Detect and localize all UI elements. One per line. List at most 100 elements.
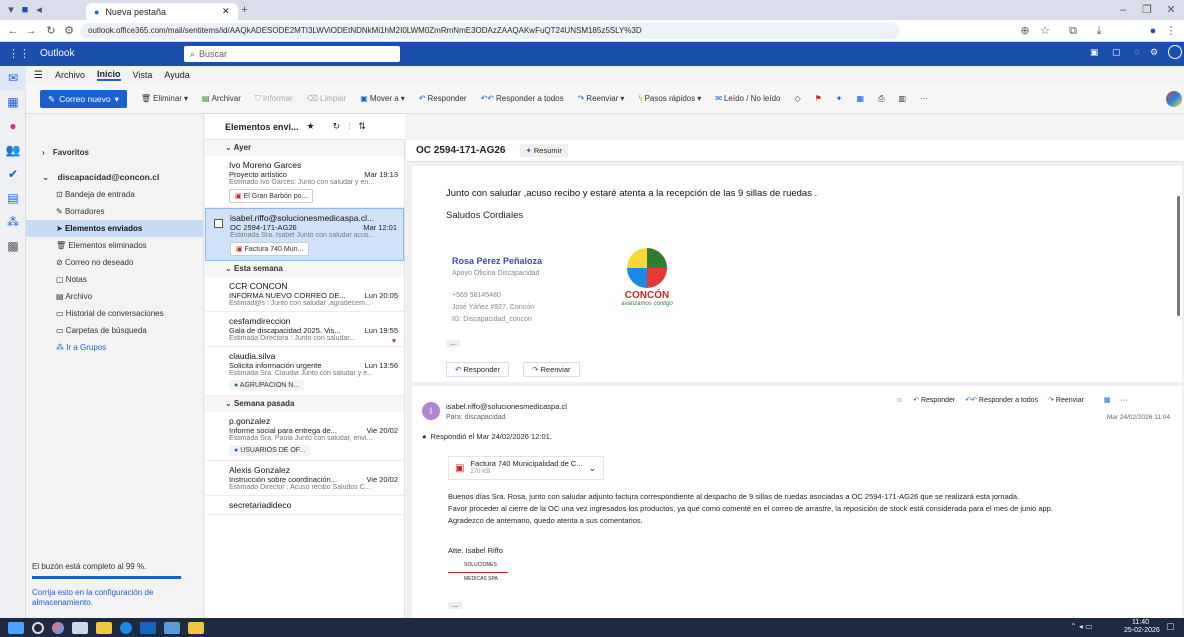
go-to-groups[interactable]: ⁂ Ir a Grupos [26,339,203,356]
attachment-chip[interactable]: ▣ Factura 740 Mun... [230,242,310,256]
show-more-button[interactable]: ... [446,340,460,347]
quick-steps-button[interactable]: ϟ Pasos rápidos ▾ [638,94,701,103]
people-app-icon[interactable]: 👥 [0,138,26,162]
notifications-icon[interactable]: ▢ [1166,621,1175,632]
list-item[interactable]: claudia.silva Solicita información urgen… [205,347,404,396]
window-menu-icon[interactable]: ▾ [4,3,18,17]
reply-action[interactable]: ↶ Responder [913,396,955,404]
tab-ayuda[interactable]: Ayuda [164,70,189,80]
tray-icons[interactable]: ⌃ ◂ ▭ [1070,622,1093,631]
more-options-icon[interactable]: ··· [920,94,928,103]
translate-icon[interactable]: ⊕ [1018,24,1032,38]
app-taskbar-icon[interactable] [188,621,204,634]
close-window-icon[interactable]: ✕ [1164,3,1178,17]
sweep-button[interactable]: ⌫ Limpiar [307,94,347,103]
back-tab-icon[interactable]: ◂ [32,3,46,17]
new-mail-button[interactable]: ✎ Correo nuevo ▾ [40,89,127,108]
copilot-app-icon[interactable]: ● [0,114,26,138]
chevron-down-icon[interactable]: ▾ [115,90,119,108]
reply-inline-button[interactable]: ↶ Responder [446,362,510,377]
list-item[interactable]: secretariadideco [205,496,404,515]
refresh-icon[interactable]: ↻ [333,121,341,132]
account-avatar[interactable] [1168,45,1182,59]
filter-icon[interactable]: ⫶ [348,121,350,132]
folder-archive[interactable]: ▤ Archivo [26,288,203,305]
favorites-node[interactable]: › Favoritos [26,144,203,161]
browser-tab-new[interactable]: ● Nueva pestaña ✕ [86,3,238,20]
settings-gear-icon[interactable]: ⚙ [1150,47,1158,58]
folder-search-folders[interactable]: ▭ Carpetas de búsqueda [26,322,203,339]
close-tab-icon[interactable]: ✕ [222,6,230,17]
start-icon[interactable] [8,621,24,634]
categorize-icon[interactable]: ▦ [857,94,865,103]
archive-button[interactable]: ▤ Archivar [202,94,241,103]
files-app-icon[interactable]: ▤ [0,186,26,210]
folder-sent[interactable]: ➤ Elementos enviados [26,220,203,237]
minimize-icon[interactable]: – [1116,3,1130,17]
folder-conversation-history[interactable]: ▭ Historial de conversaciones [26,305,203,322]
chevron-down-icon[interactable]: ⌄ [589,463,597,474]
tab-archivo[interactable]: Archivo [55,70,85,80]
copilot-taskbar-icon[interactable] [52,621,64,634]
list-item[interactable]: cesfamdireccion Gala de discapacidad 202… [205,312,404,347]
reply-all-button[interactable]: ↶↶ Responder a todos [481,94,564,103]
more-options-icon[interactable]: ··· [1121,397,1128,404]
site-info-icon[interactable]: ⚙ [62,24,76,38]
file-explorer-icon[interactable] [96,621,112,634]
meet-now-icon[interactable]: ▣ [1090,47,1099,58]
outlook-taskbar-icon[interactable] [140,621,156,634]
sort-icon[interactable]: ⇅ [358,121,366,132]
tag-icon[interactable]: ◇ [794,94,800,103]
account-node[interactable]: ⌄ discapacidad@concon.cl [26,169,203,186]
task-view-icon[interactable] [72,621,88,634]
more-options-icon[interactable]: ⋮ [1164,24,1178,38]
download-icon[interactable]: ⤓ [1092,24,1106,38]
folder-drafts[interactable]: ✎ Borradores [26,203,203,220]
report-button[interactable]: ⛉ Informar [255,94,293,104]
favorite-star-icon[interactable]: ☆ [1038,24,1052,38]
storage-settings-link[interactable]: Corrija esto en la configuración de alma… [32,588,192,608]
search-icon[interactable] [32,621,44,634]
groups-app-icon[interactable]: ⁂ [0,210,26,234]
more-apps-icon[interactable]: ▩ [0,234,26,258]
message-list[interactable]: ⌄ Ayer Ivo Moreno Garces Proyecto artíst… [205,140,405,618]
teams-icon[interactable]: ▢ [1112,47,1121,58]
sender-email[interactable]: isabel.riffo@solucionesmedicaspa.cl [446,402,567,411]
extensions-icon[interactable]: ⧉ [1066,24,1080,38]
todo-app-icon[interactable]: ✔ [0,162,26,186]
list-item[interactable]: Ivo Moreno Garces Proyecto artístico Mar … [205,156,404,208]
forward-action[interactable]: ↷ Reenviar [1048,396,1084,404]
group-header[interactable]: ⌄ Semana pasada [205,396,404,412]
flag-icon[interactable]: ⚑ [815,94,822,103]
folder-junk[interactable]: ⊘ Correo no deseado [26,254,203,271]
app-name[interactable]: Outlook [40,48,74,59]
group-header[interactable]: ⌄ Ayer [205,140,404,156]
attachment-chip[interactable]: ● USUARIOS DE OF... [229,445,311,456]
refresh-icon[interactable]: ↻ [44,24,58,38]
print-icon[interactable]: ⎙ [878,94,884,104]
list-item[interactable]: p.gonzalez Informe social para entrega d… [205,412,404,461]
emoji-react-icon[interactable]: ☺ [896,397,903,404]
list-item-selected[interactable]: isabel.riffo@solucionesmedicaspa.cl... O… [205,208,404,261]
clock-date[interactable]: 25-02-2026 [1124,627,1160,634]
read-unread-button[interactable]: ✉ Leído / No leído [715,94,780,103]
store-taskbar-icon[interactable] [164,621,180,634]
reply-all-action[interactable]: ↶↶ Responder a todos [965,396,1038,404]
summarize-button[interactable]: ✦ Resumir [519,144,568,157]
pin-icon[interactable]: ✦ [836,94,843,103]
list-item[interactable]: Alexis Gonzalez Instrucción sobre coordi… [205,461,404,496]
forward-button[interactable]: ↷ Reenviar ▾ [578,94,625,103]
edge-taskbar-icon[interactable] [120,621,132,634]
list-item[interactable]: CCR CONCON INFORMA NUEVO CORREO DE... Lun… [205,277,404,312]
attachment-chip[interactable]: ● AGRUPACION N... [229,380,305,391]
profile-icon[interactable]: ● [1146,24,1160,38]
move-to-button[interactable]: ▣ Mover a ▾ [360,94,404,103]
tab-vista[interactable]: Vista [133,70,153,80]
back-icon[interactable]: ← [6,24,20,38]
folder-deleted[interactable]: 🗑 Elementos eliminados [26,237,203,254]
copilot-icon[interactable] [1166,91,1182,107]
apps-icon[interactable]: ▦ [1104,396,1111,404]
maximize-icon[interactable]: ❐ [1140,3,1154,17]
search-input[interactable]: ⌕ Buscar [184,46,400,62]
show-more-button[interactable]: ... [448,602,462,609]
